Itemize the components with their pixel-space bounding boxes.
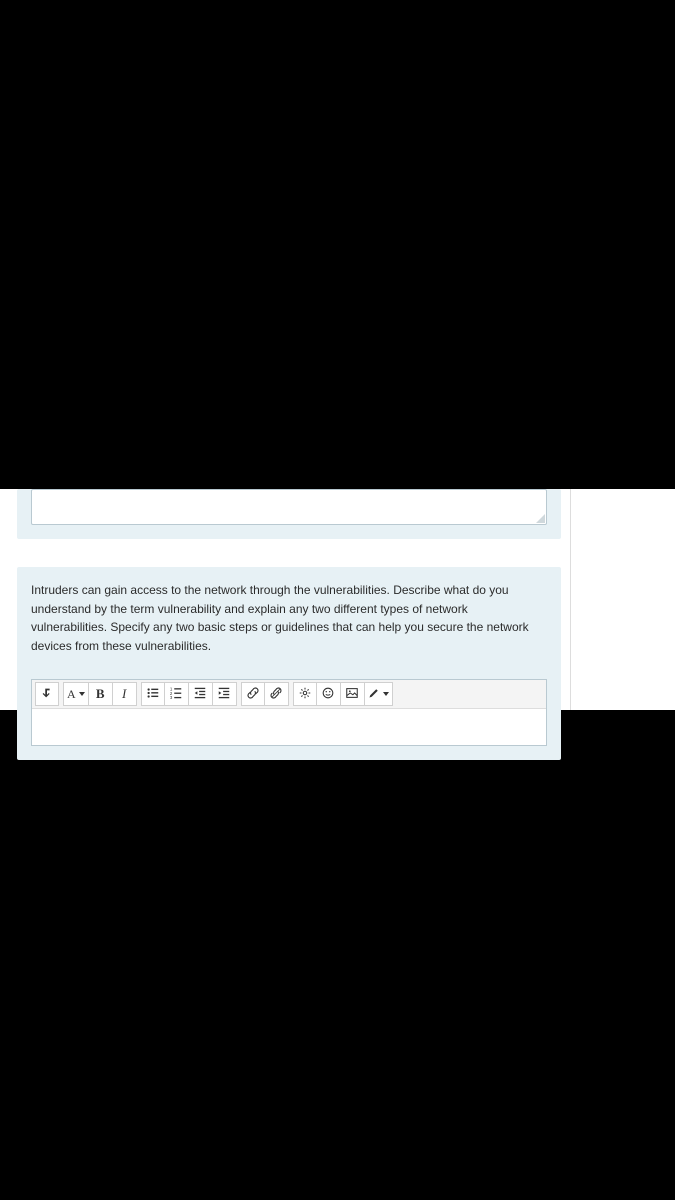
- bold-button[interactable]: B: [89, 682, 113, 706]
- chevron-down-icon: [79, 692, 85, 696]
- toolbar-toggle-icon: [40, 686, 54, 703]
- resize-handle-icon[interactable]: [536, 514, 545, 523]
- bullet-list-icon: [146, 686, 160, 703]
- smiley-icon: [321, 686, 335, 703]
- image-button[interactable]: [341, 682, 365, 706]
- outdent-button[interactable]: [189, 682, 213, 706]
- rich-text-editor: A B I 12: [31, 679, 547, 746]
- pencil-icon: [368, 687, 380, 702]
- svg-text:3: 3: [170, 695, 173, 700]
- settings-button[interactable]: [293, 682, 317, 706]
- toolbar-toggle-button[interactable]: [35, 682, 59, 706]
- question-card: Intruders can gain access to the network…: [17, 567, 561, 760]
- editor-toolbar: A B I 12: [32, 680, 546, 709]
- unlink-button[interactable]: [265, 682, 289, 706]
- numbered-list-icon: 123: [169, 686, 183, 703]
- previous-answer-textarea[interactable]: [31, 489, 547, 525]
- emoji-button[interactable]: [317, 682, 341, 706]
- unlink-icon: [269, 686, 283, 703]
- indent-icon: [217, 686, 231, 703]
- outdent-icon: [193, 686, 207, 703]
- font-style-dropdown[interactable]: A: [63, 682, 89, 706]
- previous-answer-card: [17, 489, 561, 539]
- chevron-down-icon: [383, 692, 389, 696]
- italic-button[interactable]: I: [113, 682, 137, 706]
- question-prompt: Intruders can gain access to the network…: [31, 581, 547, 655]
- indent-button[interactable]: [213, 682, 237, 706]
- content-viewport: Intruders can gain access to the network…: [0, 489, 675, 710]
- right-divider: [570, 489, 571, 710]
- link-icon: [246, 686, 260, 703]
- bullet-list-button[interactable]: [141, 682, 165, 706]
- numbered-list-button[interactable]: 123: [165, 682, 189, 706]
- image-icon: [345, 686, 359, 703]
- link-button[interactable]: [241, 682, 265, 706]
- editor-textarea[interactable]: [32, 709, 546, 745]
- main-column: Intruders can gain access to the network…: [17, 489, 561, 788]
- gear-icon: [298, 686, 312, 703]
- more-tools-dropdown[interactable]: [365, 682, 393, 706]
- font-label: A: [67, 687, 76, 702]
